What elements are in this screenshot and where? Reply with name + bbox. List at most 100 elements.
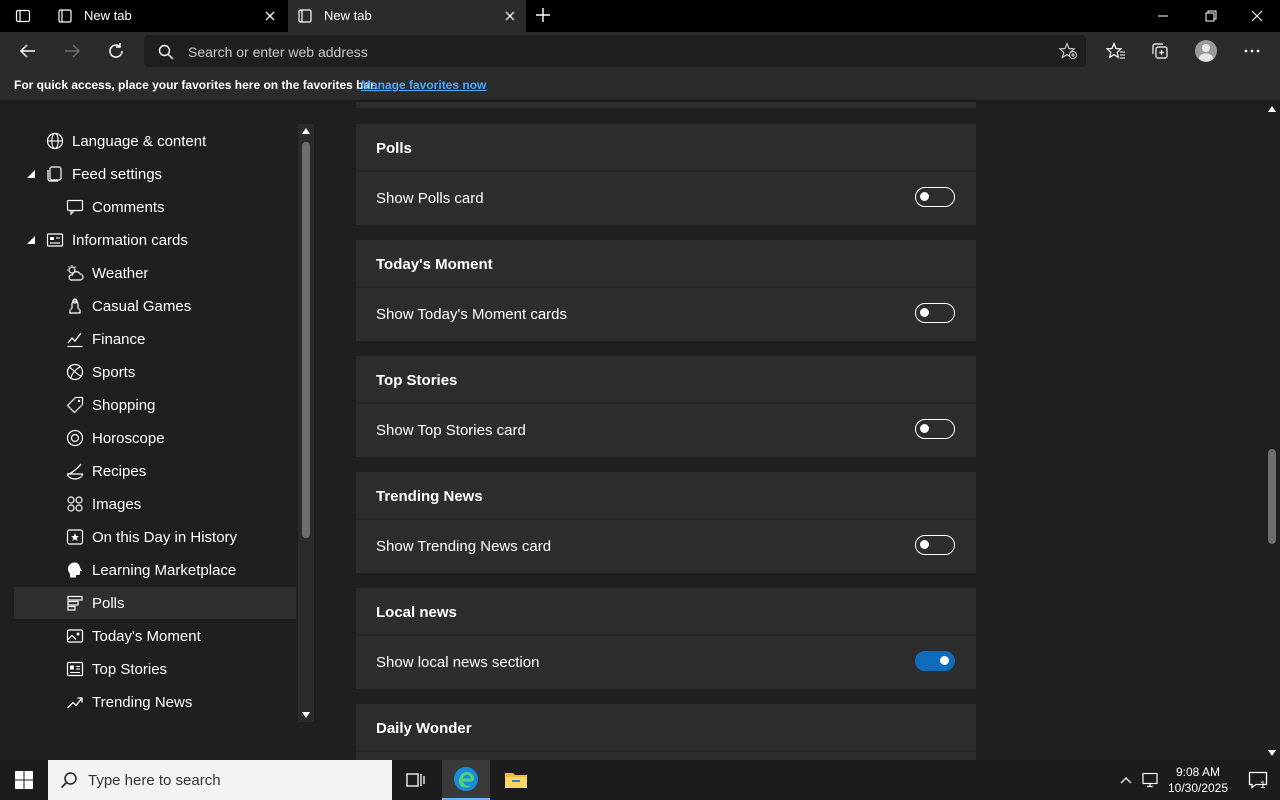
show-top-stories-toggle[interactable]	[915, 419, 955, 439]
sidebar-item-language-content[interactable]: Language & content	[14, 125, 296, 157]
settings-more-button[interactable]	[1238, 38, 1266, 64]
expand-caret-icon[interactable]	[26, 235, 36, 245]
scroll-down-arrow-icon[interactable]	[302, 712, 310, 718]
sidebar-scroll-thumb[interactable]	[302, 142, 310, 538]
page-scroll-thumb[interactable]	[1268, 449, 1276, 544]
sidebar-item-label: Images	[92, 496, 142, 513]
sidebar-item-label: Learning Marketplace	[92, 562, 237, 579]
show-todays-moment-toggle[interactable]	[915, 303, 955, 323]
sidebar-item-images[interactable]: Images	[14, 488, 296, 520]
more-dots-icon	[1244, 49, 1260, 53]
recipes-icon	[66, 462, 84, 480]
taskbar-file-explorer-app[interactable]	[492, 760, 540, 800]
expand-caret-icon[interactable]	[26, 169, 36, 179]
card-title: Polls	[376, 140, 412, 157]
taskbar-clock[interactable]: 9:08 AM 10/30/2025	[1160, 764, 1236, 796]
collections-button[interactable]	[1146, 38, 1174, 64]
sidebar-item-finance[interactable]: Finance	[14, 323, 296, 355]
horoscope-icon	[66, 429, 84, 447]
tab-new-tab-2[interactable]: New tab	[288, 0, 526, 32]
refresh-button[interactable]	[102, 38, 130, 64]
sidebar-item-casual-games[interactable]: Casual Games	[14, 290, 296, 322]
card-divider	[356, 170, 976, 172]
weather-icon	[66, 264, 84, 282]
sidebar-item-learning-marketplace[interactable]: Learning Marketplace	[14, 554, 296, 586]
settings-card-polls: Polls Show Polls card	[356, 124, 976, 225]
sidebar-item-information-cards[interactable]: Information cards	[14, 224, 296, 256]
show-polls-toggle[interactable]	[915, 187, 955, 207]
page-scrollbar[interactable]	[1264, 102, 1280, 760]
sidebar-item-weather[interactable]: Weather	[14, 257, 296, 289]
card-title: Trending News	[376, 488, 483, 505]
manage-favorites-link[interactable]: Manage favorites now	[361, 78, 486, 92]
settings-card-trending-news: Trending News Show Trending News card	[356, 472, 976, 573]
profile-avatar-icon	[1195, 40, 1217, 62]
setting-label: Show local news section	[376, 654, 540, 671]
taskbar-search-box[interactable]: Type here to search	[48, 760, 392, 800]
globe-icon	[46, 132, 64, 150]
close-window-button[interactable]	[1234, 0, 1280, 32]
forward-button[interactable]	[58, 38, 86, 64]
search-icon	[60, 771, 78, 789]
tab-label: New tab	[84, 8, 132, 23]
favorites-button[interactable]	[1102, 38, 1130, 64]
task-view-button[interactable]	[392, 760, 440, 800]
sidebar-item-label: Finance	[92, 331, 146, 348]
windows-taskbar: Type here to search 9:08 AM 10/30/2025 1	[0, 760, 1280, 800]
sidebar-item-trending-news[interactable]: Trending News	[14, 686, 296, 718]
sidebar-scrollbar[interactable]	[298, 124, 314, 722]
tab-new-tab-1[interactable]: New tab	[48, 0, 286, 32]
sidebar-item-comments[interactable]: Comments	[14, 191, 296, 223]
trending-icon	[66, 693, 84, 711]
sidebar-item-polls[interactable]: Polls	[14, 587, 296, 619]
polls-icon	[66, 594, 84, 612]
tag-icon	[66, 396, 84, 414]
sidebar-item-label: Today's Moment	[92, 628, 201, 645]
settings-card-top-stories: Top Stories Show Top Stories card	[356, 356, 976, 457]
restore-button[interactable]	[1188, 0, 1234, 32]
sidebar-item-feed-settings[interactable]: Feed settings	[14, 158, 296, 190]
sidebar-item-top-stories[interactable]: Top Stories	[14, 653, 296, 685]
address-bar[interactable]: Search or enter web address	[144, 35, 1086, 67]
toggle-knob	[940, 656, 949, 665]
scroll-down-arrow-icon[interactable]	[1268, 750, 1276, 756]
taskbar-edge-app[interactable]	[442, 760, 490, 800]
show-trending-news-toggle[interactable]	[915, 535, 955, 555]
tab-actions-button[interactable]	[0, 0, 46, 32]
sports-icon	[66, 363, 84, 381]
back-button[interactable]	[14, 38, 42, 64]
start-button[interactable]	[0, 760, 48, 800]
sidebar-item-on-this-day[interactable]: On this Day in History	[14, 521, 296, 553]
card-divider	[356, 634, 976, 636]
network-button[interactable]	[1138, 760, 1162, 800]
sidebar-item-shopping[interactable]: Shopping	[14, 389, 296, 421]
scroll-up-arrow-icon[interactable]	[302, 128, 310, 134]
setting-label: Show Polls card	[376, 190, 484, 207]
close-icon	[1251, 10, 1263, 22]
minimize-button[interactable]	[1140, 0, 1186, 32]
sidebar-item-todays-moment[interactable]: Today's Moment	[14, 620, 296, 652]
notification-center-button[interactable]: 1	[1236, 760, 1280, 800]
add-favorite-icon[interactable]	[1058, 42, 1078, 60]
windows-logo-icon	[15, 771, 33, 789]
address-placeholder: Search or enter web address	[188, 44, 368, 60]
tab-close-icon[interactable]	[504, 10, 516, 22]
moment-icon	[66, 627, 84, 645]
browser-toolbar: Search or enter web address	[0, 32, 1280, 70]
scroll-up-arrow-icon[interactable]	[1268, 106, 1276, 112]
show-local-news-toggle[interactable]	[915, 651, 955, 671]
tab-label: New tab	[324, 8, 372, 23]
settings-card-todays-moment: Today's Moment Show Today's Moment cards	[356, 240, 976, 341]
sidebar-item-sports[interactable]: Sports	[14, 356, 296, 388]
show-hidden-icons-button[interactable]	[1114, 760, 1138, 800]
tab-page-icon	[298, 9, 312, 23]
sidebar-item-recipes[interactable]: Recipes	[14, 455, 296, 487]
finance-icon	[66, 330, 84, 348]
settings-card-local-news: Local news Show local news section	[356, 588, 976, 689]
new-tab-plus-icon[interactable]	[534, 6, 554, 26]
refresh-icon	[109, 43, 123, 58]
chevron-up-icon	[1120, 777, 1132, 784]
profile-button[interactable]	[1192, 38, 1220, 64]
sidebar-item-horoscope[interactable]: Horoscope	[14, 422, 296, 454]
tab-close-icon[interactable]	[264, 10, 276, 22]
